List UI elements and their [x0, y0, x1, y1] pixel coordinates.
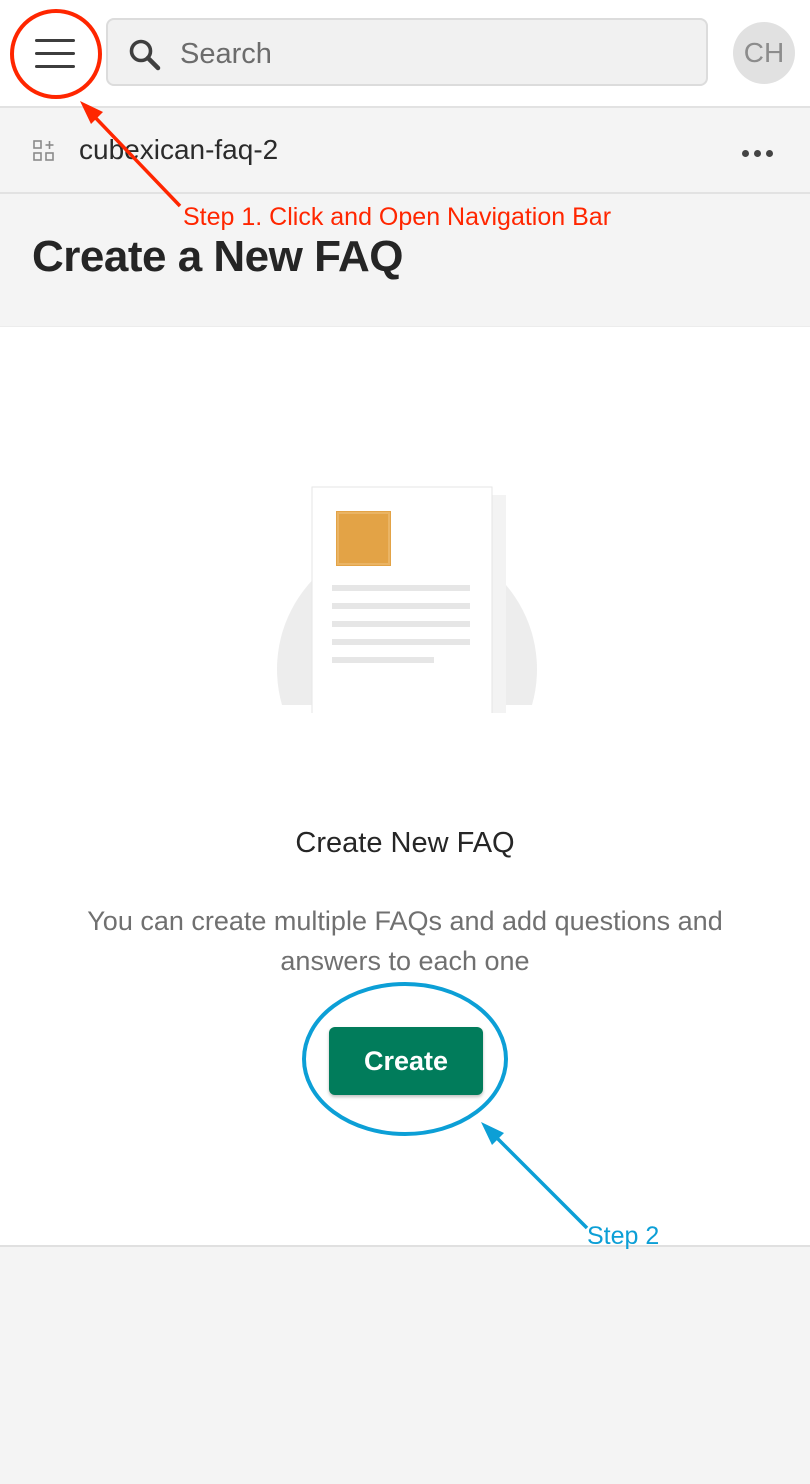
- menu-bar-line: [35, 64, 75, 68]
- menu-bar-line: [35, 51, 75, 55]
- empty-state-description: You can create multiple FAQs and add que…: [87, 906, 723, 976]
- apps-grid-icon: [33, 140, 54, 161]
- page-title: Create a New FAQ: [32, 232, 404, 281]
- hamburger-menu-icon[interactable]: [22, 22, 88, 84]
- empty-state-panel: Create New FAQ You can create multiple F…: [0, 326, 810, 1247]
- menu-bar-line: [35, 38, 75, 42]
- more-dot: [742, 150, 749, 157]
- more-dot: [754, 150, 761, 157]
- step2-annotation: Step 2: [587, 1222, 660, 1250]
- search-icon: [129, 39, 161, 71]
- empty-state-title: Create New FAQ: [295, 827, 515, 859]
- avatar[interactable]: CH: [733, 22, 795, 84]
- step1-annotation: Step 1. Click and Open Navigation Bar: [183, 203, 612, 231]
- document-illustration-icon: [277, 486, 537, 713]
- search-box[interactable]: [106, 18, 708, 86]
- more-horizontal-icon[interactable]: [742, 146, 773, 161]
- site-bar: cubexican-faq-2: [0, 108, 810, 194]
- create-button[interactable]: Create: [329, 1027, 483, 1095]
- search-input[interactable]: [178, 34, 682, 74]
- top-app-bar: CH: [0, 0, 810, 108]
- site-name[interactable]: cubexican-faq-2: [79, 134, 278, 166]
- more-dot: [766, 150, 773, 157]
